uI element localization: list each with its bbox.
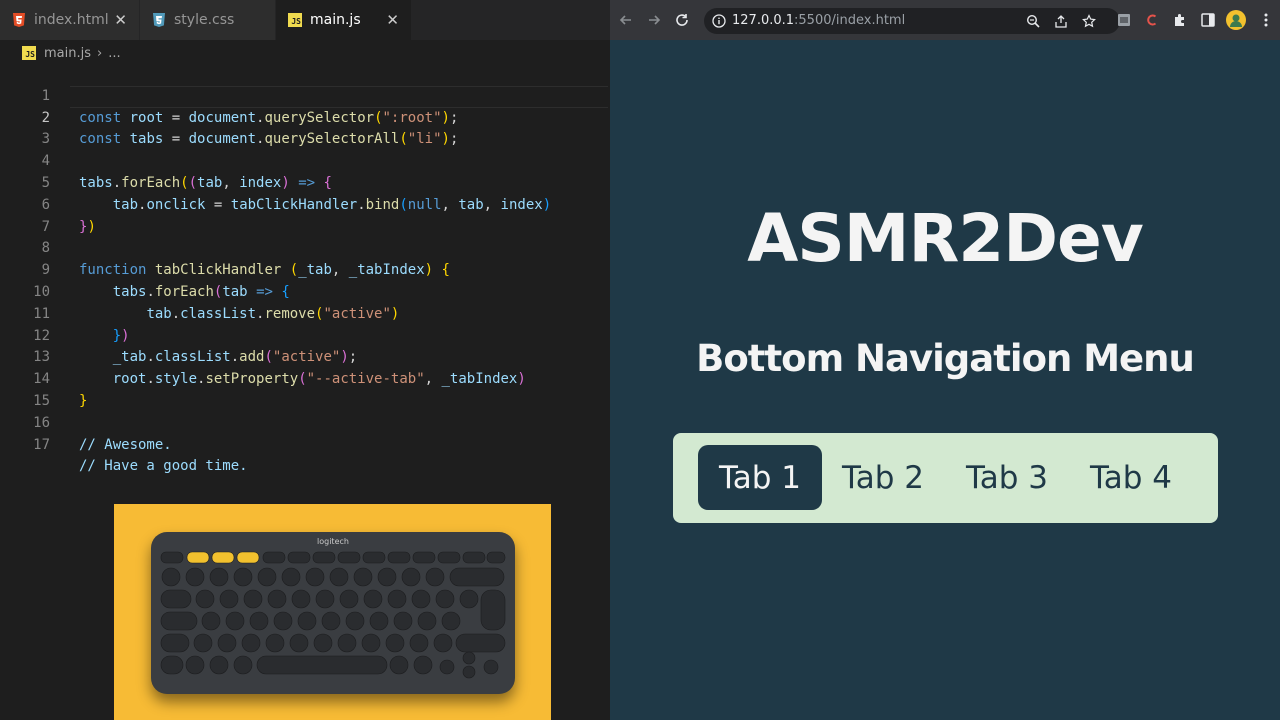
code-line: 15: [0, 369, 610, 409]
tab-label: main.js: [310, 12, 361, 28]
browser-toolbar: 127.0.0.1:5500/index.html: [610, 0, 1280, 40]
code-line: 12 _tab.classList.add("active");: [0, 304, 610, 366]
code-line: 1 const root = document.querySelector(":…: [0, 64, 610, 126]
code-line: 16 // Awesome.: [0, 391, 610, 453]
code-line: 13 root.style.setProperty("--active-tab"…: [0, 326, 610, 387]
tab-label: index.html: [34, 12, 109, 28]
reload-icon[interactable]: [674, 12, 690, 28]
code-line: 14 }: [0, 347, 610, 409]
url-text[interactable]: 127.0.0.1:5500/index.html: [732, 13, 905, 28]
code-line: 17 // Have a good time.: [0, 413, 610, 475]
code-line: 7: [0, 195, 610, 235]
code-area[interactable]: 1 const root = document.querySelector(":…: [0, 64, 610, 475]
forward-arrow-icon[interactable]: [646, 12, 662, 28]
close-icon[interactable]: ✕: [114, 11, 127, 29]
keyboard-image: logitech: [151, 532, 515, 694]
breadcrumb-file[interactable]: main.js: [44, 46, 91, 61]
profile-avatar-icon[interactable]: [1226, 10, 1246, 30]
html5-icon: [12, 13, 26, 27]
puzzle-icon[interactable]: [1172, 12, 1188, 28]
keyboard-keys-icon: [160, 551, 506, 679]
tab-style-css[interactable]: style.css: [140, 0, 276, 40]
nav-tab-2[interactable]: Tab 2: [821, 445, 945, 510]
javascript-icon: JS: [288, 13, 302, 27]
tab-index-html[interactable]: index.html ✕: [0, 0, 140, 40]
editor-tab-bar: index.html ✕ style.css JS main.js ✕: [0, 0, 610, 40]
page-title: ASMR2Dev: [747, 200, 1144, 277]
browser-window: 127.0.0.1:5500/index.html ASMR2Dev Botto…: [610, 0, 1280, 720]
css3-icon: [152, 13, 166, 27]
side-panel-icon[interactable]: [1200, 12, 1216, 28]
code-line: 6 }): [0, 173, 610, 235]
bookmark-star-icon[interactable]: [1082, 14, 1096, 28]
nav-tab-4[interactable]: Tab 4: [1069, 445, 1193, 510]
nav-tab-3[interactable]: Tab 3: [945, 445, 1069, 510]
extension-c-icon[interactable]: [1144, 12, 1160, 28]
breadcrumb-separator: ›: [97, 45, 103, 61]
extension-box-icon[interactable]: [1116, 12, 1132, 28]
kebab-menu-icon[interactable]: [1258, 12, 1274, 28]
share-icon[interactable]: [1054, 14, 1068, 28]
code-line: 3: [0, 108, 610, 147]
back-arrow-icon[interactable]: [618, 12, 634, 28]
code-line: 5 tab.onclick = tabClickHandler.bind(nul…: [0, 151, 610, 213]
code-line: 11 }): [0, 282, 610, 344]
info-icon[interactable]: [712, 14, 726, 28]
nav-tab-1[interactable]: Tab 1: [698, 445, 822, 510]
breadcrumb: JS main.js › ...: [22, 44, 121, 62]
line-number: 17: [33, 436, 50, 453]
page-subtitle: Bottom Navigation Menu: [696, 337, 1195, 380]
keyboard-photo: logitech: [114, 504, 551, 720]
zoom-icon[interactable]: [1026, 14, 1040, 28]
keyboard-brand: logitech: [317, 537, 349, 546]
bottom-navigation-menu: Tab 1 Tab 2 Tab 3 Tab 4: [673, 433, 1218, 523]
code-line: 9 tabs.forEach(tab => {: [0, 238, 610, 300]
javascript-icon: JS: [22, 46, 36, 60]
close-icon[interactable]: ✕: [386, 11, 399, 29]
tab-label: style.css: [174, 12, 235, 28]
code-line: 10 tab.classList.remove("active"): [0, 260, 610, 322]
code-editor: index.html ✕ style.css JS main.js ✕ JS m…: [0, 0, 610, 720]
breadcrumb-more[interactable]: ...: [108, 46, 120, 61]
tab-main-js[interactable]: JS main.js ✕: [276, 0, 412, 40]
code-line-current: 2 const tabs = document.querySelectorAll…: [0, 85, 610, 147]
code-line: 8 function tabClickHandler (_tab, _tabIn…: [0, 217, 610, 278]
address-bar[interactable]: 127.0.0.1:5500/index.html: [704, 8, 1120, 34]
code-line: 4 tabs.forEach((tab, index) => {: [0, 129, 610, 191]
